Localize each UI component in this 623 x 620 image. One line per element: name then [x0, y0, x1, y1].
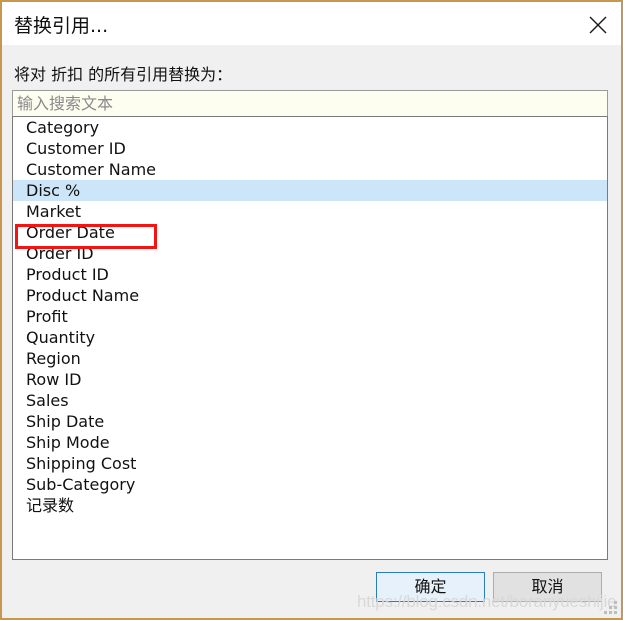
- list-item[interactable]: Order Date: [13, 222, 607, 243]
- list-item[interactable]: Quantity: [13, 327, 607, 348]
- dialog-body: 将对 折扣 的所有引用替换为： CategoryCustomer IDCusto…: [2, 45, 621, 618]
- list-item[interactable]: Profit: [13, 306, 607, 327]
- list-item[interactable]: 记录数: [13, 495, 607, 516]
- dialog-title: 替换引用...: [14, 15, 109, 37]
- search-input[interactable]: [13, 91, 607, 116]
- search-field-wrapper: [12, 90, 608, 117]
- list-item[interactable]: Customer ID: [13, 138, 607, 159]
- list-item[interactable]: Ship Date: [13, 411, 607, 432]
- fields-list: Category Customer ID Customer Name Disc % Ma…: [13, 117, 607, 516]
- close-button[interactable]: [575, 2, 621, 45]
- list-item[interactable]: Disc %: [13, 180, 607, 201]
- cancel-button[interactable]: 取消: [493, 572, 602, 602]
- title-bar: 替换引用...: [2, 2, 621, 45]
- list-item[interactable]: Market: [13, 201, 607, 222]
- list-item[interactable]: Product ID: [13, 264, 607, 285]
- list-item[interactable]: Category: [13, 117, 607, 138]
- ok-button[interactable]: 确定: [376, 572, 485, 602]
- list-item[interactable]: Ship Mode: [13, 432, 607, 453]
- fields-listbox[interactable]: Category Customer ID Customer Name Disc % Ma…: [12, 116, 608, 560]
- list-item[interactable]: Shipping Cost: [13, 453, 607, 474]
- replace-references-dialog: 替换引用... 将对 折扣 的所有引用替换为： CategoryCustomer…: [0, 0, 623, 620]
- resize-grip[interactable]: [604, 601, 617, 614]
- list-item[interactable]: Product Name: [13, 285, 607, 306]
- list-item[interactable]: Customer Name: [13, 159, 607, 180]
- list-item[interactable]: Sub-Category: [13, 474, 607, 495]
- list-item[interactable]: Region: [13, 348, 607, 369]
- list-item[interactable]: Row ID: [13, 369, 607, 390]
- close-icon: [589, 16, 607, 34]
- list-item[interactable]: Order ID: [13, 243, 607, 264]
- list-item[interactable]: Sales: [13, 390, 607, 411]
- prompt-label: 将对 折扣 的所有引用替换为：: [14, 65, 233, 84]
